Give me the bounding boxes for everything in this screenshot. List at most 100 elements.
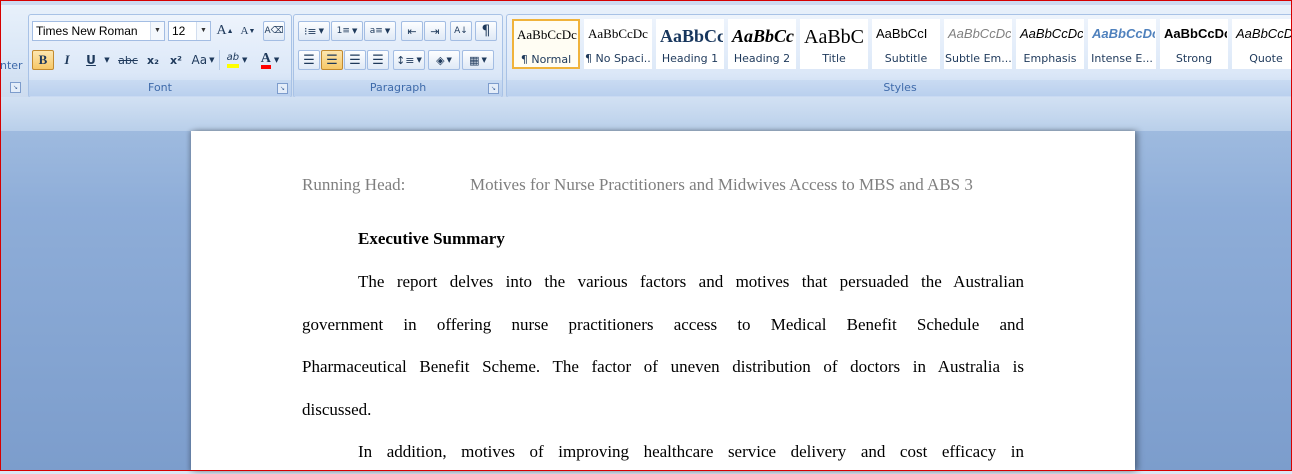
style-sample: AaBbCcDc: [517, 27, 577, 42]
font-group: Times New Roman ▼ 12 ▼ A ▲ A ▼ A⌫ B I U ▼ …: [28, 14, 292, 98]
align-right-icon: ☰: [349, 52, 361, 68]
highlight-button[interactable]: ab ▼: [222, 50, 252, 70]
align-left-button[interactable]: ☰: [298, 50, 320, 70]
style-sample: AaBbC: [804, 26, 864, 48]
text-line: discussed.: [302, 399, 372, 419]
font-name-value: Times New Roman: [36, 24, 138, 38]
text-line: The report delves into the various facto…: [358, 272, 1024, 291]
font-size-combo[interactable]: 12 ▼: [168, 21, 211, 41]
borders-icon: ▦: [469, 53, 480, 67]
style-tile-heading-2[interactable]: AaBbCc Heading 2: [728, 19, 796, 69]
clipboard-launcher-icon[interactable]: ↘: [10, 82, 21, 93]
paint-bucket-icon: ◈: [436, 53, 445, 67]
style-name: Subtle Em...: [945, 52, 1012, 65]
sort-button[interactable]: A↓: [450, 21, 472, 41]
styles-group-label: Styles: [507, 80, 1292, 96]
bullet-list-icon: ⁝≡: [303, 24, 317, 38]
justify-icon: ☰: [372, 52, 384, 68]
subscript-button[interactable]: x₂: [142, 50, 164, 70]
running-head-title: Motives for Nurse Practitioners and Midw…: [470, 175, 973, 194]
show-formatting-marks-button[interactable]: ¶: [475, 21, 497, 41]
style-name: Emphasis: [1023, 52, 1077, 65]
chevron-down-icon[interactable]: ▼: [102, 50, 112, 70]
style-name: ¶ No Spaci...: [585, 52, 652, 65]
superscript-button[interactable]: x²: [165, 50, 187, 70]
style-sample: AaBbCcDc: [1164, 26, 1228, 41]
style-tile-title[interactable]: AaBbC Title: [800, 19, 868, 69]
paragraph-group-label: Paragraph: [294, 80, 502, 96]
increase-indent-icon: ⇥: [430, 24, 440, 38]
style-name: ¶ Normal: [520, 53, 572, 66]
grow-font-button[interactable]: A ▲: [214, 21, 236, 41]
ribbon-top-strip: [0, 0, 1292, 5]
style-sample: AaBbCcDc: [1092, 26, 1156, 41]
clear-formatting-button[interactable]: A⌫: [263, 21, 285, 41]
section-heading: Executive Summary: [358, 229, 505, 248]
paragraph-2: In addition, motives of improving health…: [302, 431, 1024, 474]
style-tile-no-spaci[interactable]: AaBbCcDc ¶ No Spaci...: [584, 19, 652, 69]
style-sample: AaBbCcI: [876, 26, 928, 41]
bold-button[interactable]: B: [32, 50, 54, 70]
line-spacing-icon: ↕≡: [396, 53, 415, 67]
style-name: Quote: [1249, 52, 1283, 65]
style-sample: AaBbCcDc: [588, 26, 648, 41]
style-name: Subtitle: [884, 52, 928, 65]
line-spacing-button[interactable]: ↕≡ ▼: [393, 50, 425, 70]
decrease-indent-button[interactable]: ⇤: [401, 21, 423, 41]
paragraph-group: ⁝≡ ▼ 1≡ ▼ a≡ ▼ ⇤ ⇥ A↓ ¶ ☰ ☰ ☰ ☰ ↕≡ ▼ ◈ ▼ ▦ ▼ P…: [293, 14, 503, 98]
chevron-down-icon[interactable]: ▼: [196, 22, 210, 40]
style-tile-heading-1[interactable]: AaBbCc Heading 1: [656, 19, 724, 69]
font-color-icon: A: [260, 51, 271, 69]
style-name: Heading 2: [733, 52, 791, 65]
numbered-list-icon: 1≡: [336, 26, 350, 36]
style-name: Heading 1: [661, 52, 719, 65]
justify-button[interactable]: ☰: [367, 50, 389, 70]
shrink-font-button[interactable]: A ▼: [237, 21, 259, 41]
styles-group: AaBbCcDc ¶ Normal AaBbCcDc ¶ No Spaci... AaB…: [506, 14, 1292, 98]
style-name: Strong: [1175, 52, 1213, 65]
style-sample: AaBbCcDc: [1236, 26, 1292, 41]
font-color-button[interactable]: A ▼: [255, 50, 285, 70]
align-right-button[interactable]: ☰: [344, 50, 366, 70]
font-size-value: 12: [172, 24, 186, 38]
style-tile-subtle-em[interactable]: AaBbCcDc Subtle Em...: [944, 19, 1012, 69]
clear-formatting-icon: A⌫: [264, 26, 284, 36]
multilevel-list-icon: a≡: [369, 26, 383, 36]
multilevel-list-button[interactable]: a≡ ▼: [364, 21, 396, 41]
style-tile-normal[interactable]: AaBbCcDc ¶ Normal: [512, 19, 580, 69]
style-sample: AaBbCc: [732, 26, 795, 46]
workspace-top-band: [0, 97, 1292, 131]
style-name: Intense E...: [1091, 52, 1153, 65]
style-sample: AaBbCcDc: [1020, 26, 1084, 41]
style-tile-strong[interactable]: AaBbCcDc Strong: [1160, 19, 1228, 69]
paragraph-dialog-launcher-icon[interactable]: ↘: [488, 83, 499, 94]
numbering-button[interactable]: 1≡ ▼: [331, 21, 363, 41]
increase-indent-button[interactable]: ⇥: [424, 21, 446, 41]
document-page[interactable]: Running Head: Motives for Nurse Practiti…: [191, 131, 1135, 471]
shading-button[interactable]: ◈ ▼: [428, 50, 460, 70]
align-center-button[interactable]: ☰: [321, 50, 343, 70]
font-dialog-launcher-icon[interactable]: ↘: [277, 83, 288, 94]
underline-button[interactable]: U: [80, 50, 102, 70]
text-line: government in offering nurse practitione…: [302, 314, 1024, 334]
style-tile-intense-e[interactable]: AaBbCcDc Intense E...: [1088, 19, 1156, 69]
bullets-button[interactable]: ⁝≡ ▼: [298, 21, 330, 41]
style-tile-quote[interactable]: AaBbCcDc Quote: [1232, 19, 1292, 69]
style-tile-subtitle[interactable]: AaBbCcI Subtitle: [872, 19, 940, 69]
clipboard-painter-label[interactable]: nter: [0, 59, 23, 72]
font-name-combo[interactable]: Times New Roman ▼: [32, 21, 165, 41]
strikethrough-button[interactable]: abc: [115, 50, 141, 70]
chevron-down-icon[interactable]: ▼: [150, 22, 164, 40]
change-case-button[interactable]: Aa ▼: [189, 50, 217, 70]
style-name: Title: [822, 52, 846, 65]
paragraph-1: The report delves into the various facto…: [302, 261, 1024, 431]
sort-icon: A↓: [454, 26, 468, 36]
borders-button[interactable]: ▦ ▼: [462, 50, 494, 70]
style-sample: AaBbCcDc: [948, 26, 1012, 41]
ribbon: nter ↘ Times New Roman ▼ 12 ▼ A ▲ A ▼ A⌫ B…: [0, 0, 1292, 98]
align-left-icon: ☰: [303, 52, 315, 68]
style-tile-emphasis[interactable]: AaBbCcDc Emphasis: [1016, 19, 1084, 69]
align-center-icon: ☰: [326, 52, 338, 68]
style-sample: AaBbCc: [660, 26, 724, 46]
italic-button[interactable]: I: [56, 50, 78, 70]
